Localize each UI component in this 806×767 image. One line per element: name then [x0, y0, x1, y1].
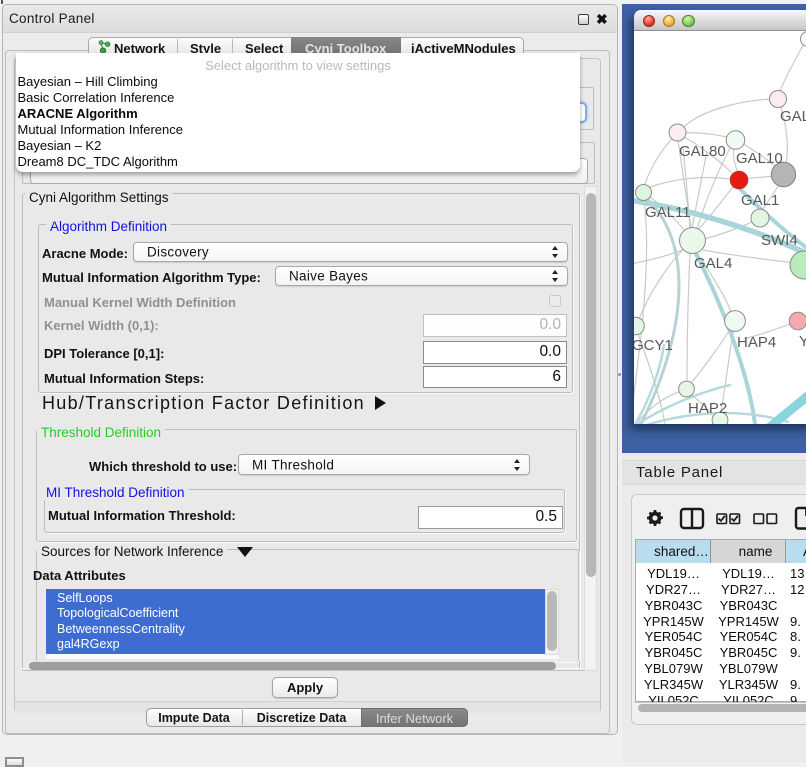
- svg-text:SWI4: SWI4: [761, 232, 798, 249]
- svg-text:Y: Y: [799, 333, 806, 350]
- svg-text:GAL4: GAL4: [694, 255, 732, 272]
- svg-text:GAL8: GAL8: [780, 108, 806, 125]
- svg-text:GAL11: GAL11: [645, 204, 691, 221]
- svg-text:GAL80: GAL80: [679, 143, 726, 160]
- svg-text:GAL1: GAL1: [741, 192, 779, 209]
- svg-text:GAL10: GAL10: [736, 150, 783, 167]
- svg-text:HAP2: HAP2: [688, 400, 727, 417]
- svg-text:HAP4: HAP4: [737, 334, 776, 351]
- svg-text:GCY1: GCY1: [634, 337, 673, 354]
